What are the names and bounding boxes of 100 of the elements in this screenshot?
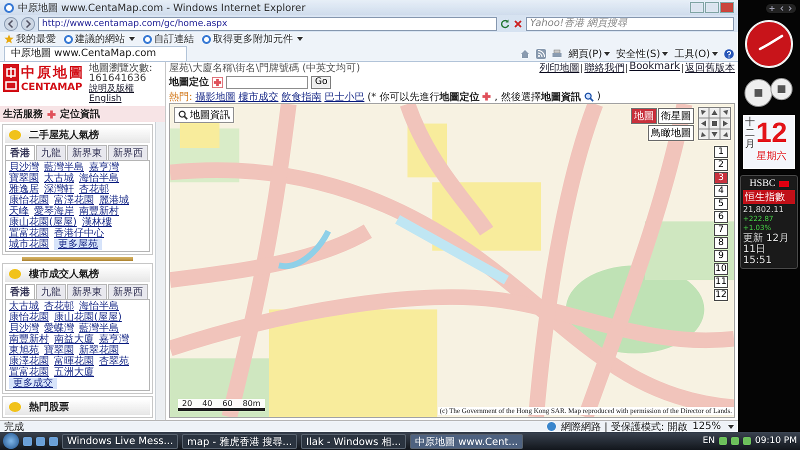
sidebar-controls-icon[interactable] <box>766 4 796 13</box>
taskbar-button[interactable]: 中原地圖 www.Cent... <box>410 434 523 448</box>
region-tab[interactable]: 新界西 <box>108 145 148 160</box>
hot-link[interactable]: 樓市成交 <box>238 90 278 104</box>
language-indicator[interactable]: EN <box>702 436 715 446</box>
zoom-level-button[interactable]: 4 <box>714 185 728 197</box>
estate-link[interactable]: 太古城 <box>44 173 74 184</box>
refresh-icon[interactable] <box>500 18 510 28</box>
estate-link[interactable]: 太古城 <box>9 301 39 312</box>
zoom-level-button[interactable]: 12 <box>714 289 728 301</box>
favorites-link[interactable]: 自訂連結 <box>154 32 194 46</box>
estate-link[interactable]: 嘉亨灣 <box>89 162 119 173</box>
taskbar-button[interactable]: Ilak - Windows 相... <box>301 434 406 448</box>
estate-link[interactable]: 杏花邨 <box>79 184 109 195</box>
zoom-level-button[interactable]: 6 <box>714 211 728 223</box>
estate-link[interactable]: 杏翠苑 <box>99 356 129 367</box>
estate-link[interactable]: 城市花園 <box>9 239 49 250</box>
back-button[interactable] <box>4 16 18 30</box>
browser-tab[interactable]: 中原地圖 www.CentaMap.com <box>4 46 188 61</box>
home-icon[interactable] <box>520 48 530 58</box>
page-icon[interactable] <box>202 34 211 44</box>
region-tab[interactable]: 新界西 <box>108 284 148 299</box>
favorites-link[interactable]: 取得更多附加元件 <box>213 32 293 46</box>
region-tab[interactable]: 九龍 <box>36 284 66 299</box>
estate-link[interactable]: 愛蝶灣 <box>44 323 74 334</box>
estate-link[interactable]: 康山花園(屋屋) <box>9 217 77 228</box>
estate-link[interactable]: 東旭苑 <box>9 345 39 356</box>
estate-link[interactable]: 海怡半島 <box>79 173 119 184</box>
estate-link[interactable]: 康怡花園 <box>9 312 49 323</box>
region-tab[interactable]: 新界東 <box>67 145 107 160</box>
feed-icon[interactable] <box>536 48 546 58</box>
pan-control-icon[interactable] <box>698 107 731 140</box>
nav-link[interactable]: 定位資訊 <box>60 107 100 121</box>
more-link[interactable]: 更多成交 <box>9 378 57 389</box>
help-icon[interactable] <box>724 48 734 58</box>
estate-link[interactable]: 貝沙灣 <box>9 162 39 173</box>
estate-link[interactable]: 麗港城 <box>99 195 129 206</box>
start-button[interactable] <box>3 433 19 449</box>
search-field[interactable]: Yahoo!香港 網頁搜尋 <box>526 16 734 30</box>
region-tab[interactable]: 香港 <box>5 284 35 299</box>
taskbar-button[interactable]: Windows Live Mess... <box>62 434 178 448</box>
header-link[interactable]: English <box>89 94 152 104</box>
estate-link[interactable]: 深灣軒 <box>44 184 74 195</box>
estate-link[interactable]: 置富花園 <box>9 228 49 239</box>
zoom-level-button[interactable]: 9 <box>714 250 728 262</box>
caret-icon[interactable] <box>129 37 135 41</box>
estate-link[interactable]: 富暉花園 <box>54 356 94 367</box>
star-icon[interactable] <box>4 34 14 44</box>
window-controls-icon[interactable] <box>690 2 734 13</box>
hot-link[interactable]: 攝影地圖 <box>195 90 236 104</box>
zoom-level-button[interactable]: 8 <box>714 237 728 249</box>
command-menu[interactable]: 網頁(P) <box>568 46 610 60</box>
estate-link[interactable]: 寶翠園 <box>9 173 39 184</box>
estate-link[interactable]: 嘉亨灣 <box>99 334 129 345</box>
estate-link[interactable]: 藍灣半島 <box>44 162 84 173</box>
estate-link[interactable]: 香港仔中心 <box>54 228 104 239</box>
taskbar-button[interactable]: map - 雅虎香港 搜尋... <box>182 434 298 448</box>
top-link[interactable]: 返回舊版本 <box>685 61 735 75</box>
zoom-level-button[interactable]: 11 <box>714 276 728 288</box>
scrollbar[interactable] <box>155 122 165 420</box>
map-mode-button[interactable]: 鳥瞰地圖 <box>648 125 694 141</box>
page-icon[interactable] <box>64 34 73 44</box>
zoom-level-button[interactable]: 7 <box>714 224 728 236</box>
more-link[interactable]: 更多屋苑 <box>54 239 102 250</box>
nav-link[interactable]: 生活服務 <box>3 107 43 121</box>
hot-link[interactable]: 飲食指南 <box>281 90 322 104</box>
zoom-level[interactable]: 125% <box>692 421 721 432</box>
caret-icon[interactable] <box>297 37 303 41</box>
plus-icon[interactable] <box>212 76 223 88</box>
command-menu[interactable]: 工具(O) <box>674 46 718 60</box>
zoom-level-button[interactable]: 3 <box>714 172 728 184</box>
estate-link[interactable]: 雅逸居 <box>9 184 39 195</box>
estate-link[interactable]: 康澤花園 <box>9 356 49 367</box>
top-link[interactable]: 聯絡我們 <box>584 61 624 75</box>
estate-link[interactable]: 置富花園 <box>9 367 49 378</box>
estate-link[interactable]: 愛琴海岸 <box>34 206 74 217</box>
page-icon[interactable] <box>143 34 152 44</box>
map-mode-button[interactable]: 地圖 <box>631 108 657 124</box>
estate-link[interactable]: 富澤花園 <box>54 195 94 206</box>
site-logo[interactable]: 中原地圖 CENTAMAP <box>3 64 85 104</box>
estate-link[interactable]: 天峰 <box>9 206 29 217</box>
locate-input[interactable] <box>226 76 308 88</box>
estate-link[interactable]: 五洲大廈 <box>54 367 94 378</box>
favorites-link[interactable]: 我的最愛 <box>16 32 56 46</box>
region-tab[interactable]: 九龍 <box>36 145 66 160</box>
estate-link[interactable]: 康山花園(屋屋) <box>54 312 122 323</box>
estate-link[interactable]: 漢林樓 <box>82 217 112 228</box>
zoom-level-button[interactable]: 5 <box>714 198 728 210</box>
region-tab[interactable]: 新界東 <box>67 284 107 299</box>
top-link[interactable]: 列印地圖 <box>539 61 580 75</box>
estate-link[interactable]: 貝沙灣 <box>9 323 39 334</box>
hot-link[interactable]: 巴士小巴 <box>324 90 364 104</box>
favorites-link[interactable]: 建議的網站 <box>75 32 125 46</box>
estate-link[interactable]: 海怡半島 <box>79 301 119 312</box>
estate-link[interactable]: 新翠花園 <box>79 345 119 356</box>
estate-link[interactable]: 南益大廈 <box>54 334 94 345</box>
estate-link[interactable]: 寶翠園 <box>44 345 74 356</box>
top-link[interactable]: Bookmark <box>629 61 680 75</box>
print-icon[interactable] <box>552 48 562 58</box>
estate-link[interactable]: 杏花邨 <box>44 301 74 312</box>
